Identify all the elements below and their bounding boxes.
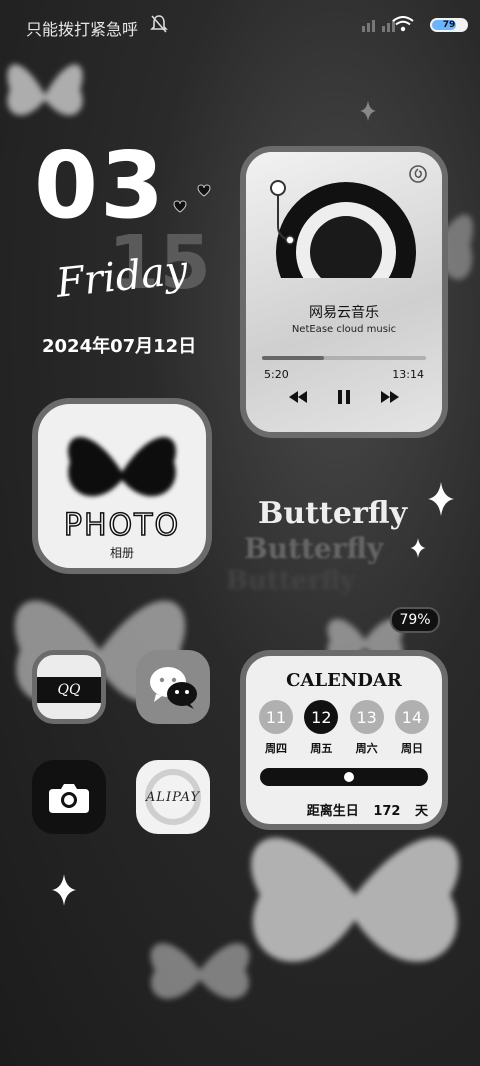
next-button[interactable] [379,386,401,408]
full-date-text: 2024年07月12日 [42,336,197,357]
sparkle-icon [360,100,376,122]
alipay-app-icon[interactable]: ALIPAY [136,760,210,834]
photo-subtitle: 相册 [109,546,134,560]
butterfly-text-1: Butterfly [258,496,408,531]
calendar-progress-marker [344,772,355,782]
mute-bell-icon [150,15,168,33]
calendar-day[interactable]: 11 周四 [256,700,296,756]
calendar-progress-bar [260,768,428,786]
day-weekday: 周五 [310,742,333,755]
calendar-day[interactable]: 13 周六 [347,700,387,756]
wechat-icon [150,667,197,709]
big-day-number: 03 [34,132,167,239]
day-number: 13 [349,700,384,734]
calendar-day-today[interactable]: 12 周五 [301,700,341,756]
wifi-icon [392,16,414,32]
qq-label: QQ [57,682,81,698]
day-number: 11 [259,700,293,734]
calendar-days: 11 周四 12 周五 13 周六 14 周日 [256,700,432,756]
sparkle-icon [428,482,454,516]
birthday-countdown: 距离生日 172 天 [297,800,428,819]
photo-widget[interactable]: PHOTO 相册 [32,398,212,574]
battery-status-text: 79 [442,20,456,30]
pause-icon [338,390,350,404]
playback-controls [246,386,442,408]
total-time: 13:14 [392,368,424,381]
carrier-text: 只能拨打紧急呼 [26,20,139,39]
battery-percent: 79% [399,612,431,628]
day-number: 12 [304,700,339,734]
countdown-unit: 天 [414,804,428,819]
day-weekday: 周四 [265,742,287,755]
song-title: 网易云音乐 [309,305,379,321]
butterfly-text-3: Butterfly [226,566,356,596]
wechat-app-icon[interactable] [136,650,210,724]
music-progress-fill [262,356,325,360]
music-progress-bar[interactable] [262,356,426,360]
day-weekday: 周日 [400,742,423,755]
hearts-icon [173,184,211,213]
battery-status-icon: 79 [430,18,468,32]
fast-forward-icon [381,391,399,403]
rewind-icon [289,391,307,403]
status-bar: 只能拨打紧急呼 79 [0,0,480,48]
butterfly-text-2: Butterfly [244,532,384,565]
day-number: 14 [394,700,429,734]
countdown-label: 距离生日 [306,804,359,819]
countdown-value: 172 [373,804,401,819]
photo-title: PHOTO [63,507,181,544]
calendar-day[interactable]: 14 周日 [392,700,432,756]
calendar-title: CALENDAR [286,670,402,691]
previous-button[interactable] [287,386,309,408]
current-time: 5:20 [264,368,289,381]
butterfly-image [68,437,176,497]
alipay-label: ALIPAY [145,789,201,805]
pause-button[interactable] [333,386,355,408]
camera-app-icon[interactable] [32,760,106,834]
battery-widget: 79% [390,607,440,633]
camera-icon [49,784,89,813]
qq-app-icon[interactable]: QQ [32,650,106,724]
day-weekday: 周六 [355,742,378,755]
netease-music-icon[interactable] [408,164,428,184]
sparkle-icon [52,874,76,906]
music-widget[interactable]: 网易云音乐 NetEase cloud music 5:20 13:14 [240,146,448,438]
sparkle-icon [410,538,426,558]
calendar-widget[interactable]: CALENDAR 11 周四 12 周五 13 周六 14 周日 距离生日 17… [240,650,448,830]
background-butterfly [150,943,250,999]
tonearm-icon [270,180,295,245]
song-artist: NetEase cloud music [291,324,397,335]
